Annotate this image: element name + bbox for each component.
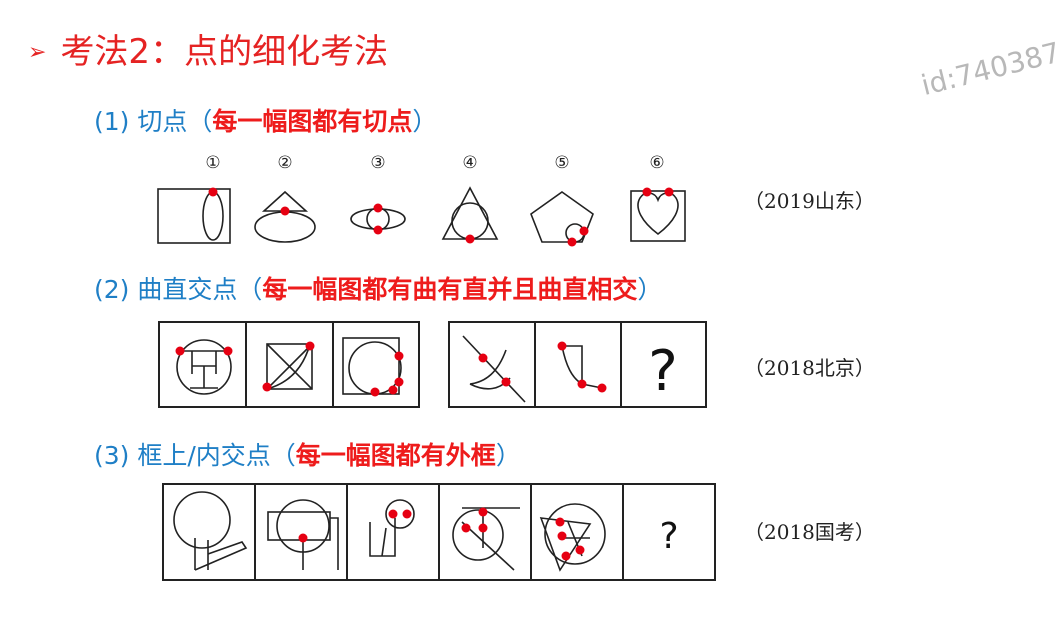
figure-4-triangle-circle: [441, 186, 499, 240]
intersection-point: [577, 379, 587, 389]
intersection-point: [461, 523, 471, 533]
tangent-point: [373, 203, 383, 213]
tangent-point: [567, 237, 577, 247]
tangent-point: [664, 187, 674, 197]
arrow-bullet-icon: ➢: [28, 40, 47, 65]
page-title: ➢ 考法2：点的细化考法: [28, 30, 388, 79]
watermark: id:740387: [918, 35, 1062, 103]
section-3-heading: (3) 框上/内交点（每一幅图都有外框）: [94, 438, 521, 474]
intersection-point: [388, 385, 398, 395]
figure-3-3-circle-bracket: [369, 499, 415, 557]
intersection-point: [557, 341, 567, 351]
figure-2-2-square-arc: [266, 343, 313, 390]
tangent-point: [280, 206, 290, 216]
intersection-point: [557, 531, 567, 541]
section-2-heading: (2) 曲直交点（每一幅图都有曲有直并且曲直相交）: [94, 272, 662, 308]
intersection-point: [305, 341, 315, 351]
figure-6-square-heart: [630, 190, 686, 242]
tangent-point: [465, 234, 475, 244]
intersection-point: [478, 523, 488, 533]
section-2-figures: ?: [158, 321, 707, 408]
figure-number-1: ①: [205, 153, 220, 173]
figure-3-5-circle-triangle: [539, 503, 606, 572]
intersection-point: [402, 509, 412, 519]
figure-2-4-lines-arc: [462, 335, 526, 403]
intersection-point: [223, 346, 233, 356]
figure-number-4: ④: [462, 153, 477, 173]
section-2-prefix: (2) 曲直交点（: [94, 275, 263, 304]
intersection-point: [501, 377, 511, 387]
question-mark: ?: [648, 339, 678, 404]
intersection-point: [388, 509, 398, 519]
figure-3-4-circle-lines: [452, 507, 520, 571]
section-2-highlight: 每一幅图都有曲有直并且曲直相交: [262, 275, 638, 304]
tangent-point: [579, 226, 589, 236]
figure-number-6: ⑥: [649, 153, 664, 173]
page-title-text: 考法2：点的细化考法: [60, 32, 389, 72]
intersection-point: [262, 382, 272, 392]
section-1-source: （2019山东）: [744, 189, 875, 213]
section-2-source: （2018北京）: [744, 356, 875, 380]
intersection-point: [597, 383, 607, 393]
intersection-point: [394, 377, 404, 387]
section-1-prefix: (1) 切点（: [94, 107, 213, 136]
section-3-source: （2018国考）: [744, 520, 875, 544]
figure-3-1-circle-lines: [173, 491, 248, 571]
section-3-highlight: 每一幅图都有外框: [295, 441, 496, 470]
figure-1-rect-ellipse: [157, 188, 231, 244]
tangent-point: [208, 187, 218, 197]
intersection-point: [370, 387, 380, 397]
figure-2-1-circle-glyph: [176, 339, 232, 395]
intersection-point: [478, 507, 488, 517]
intersection-point: [561, 551, 571, 561]
section-3-prefix: (3) 框上/内交点（: [94, 441, 296, 470]
question-mark: ?: [659, 516, 678, 557]
section-1-highlight: 每一幅图都有切点: [212, 107, 413, 136]
tangent-point: [642, 187, 652, 197]
figure-number-5: ⑤: [554, 153, 569, 173]
section-1-figures: ① ② ③ ④ ⑤ ⑥: [157, 153, 686, 247]
intersection-point: [478, 353, 488, 363]
figure-number-2: ②: [277, 153, 292, 173]
intersection-point: [575, 545, 585, 555]
section-3-suffix: ）: [495, 441, 521, 470]
figure-number-3: ③: [370, 153, 385, 173]
intersection-point: [394, 351, 404, 361]
section-1-heading: (1) 切点（每一幅图都有切点）: [94, 104, 437, 140]
intersection-point: [555, 517, 565, 527]
figure-2-triangle-ellipse: [254, 190, 316, 243]
intersection-point: [298, 533, 308, 543]
intersection-point: [175, 346, 185, 356]
section-1-suffix: ）: [412, 107, 438, 136]
section-2-suffix: ）: [637, 275, 663, 304]
section-3-figures: ?: [162, 483, 716, 581]
tangent-point: [373, 225, 383, 235]
